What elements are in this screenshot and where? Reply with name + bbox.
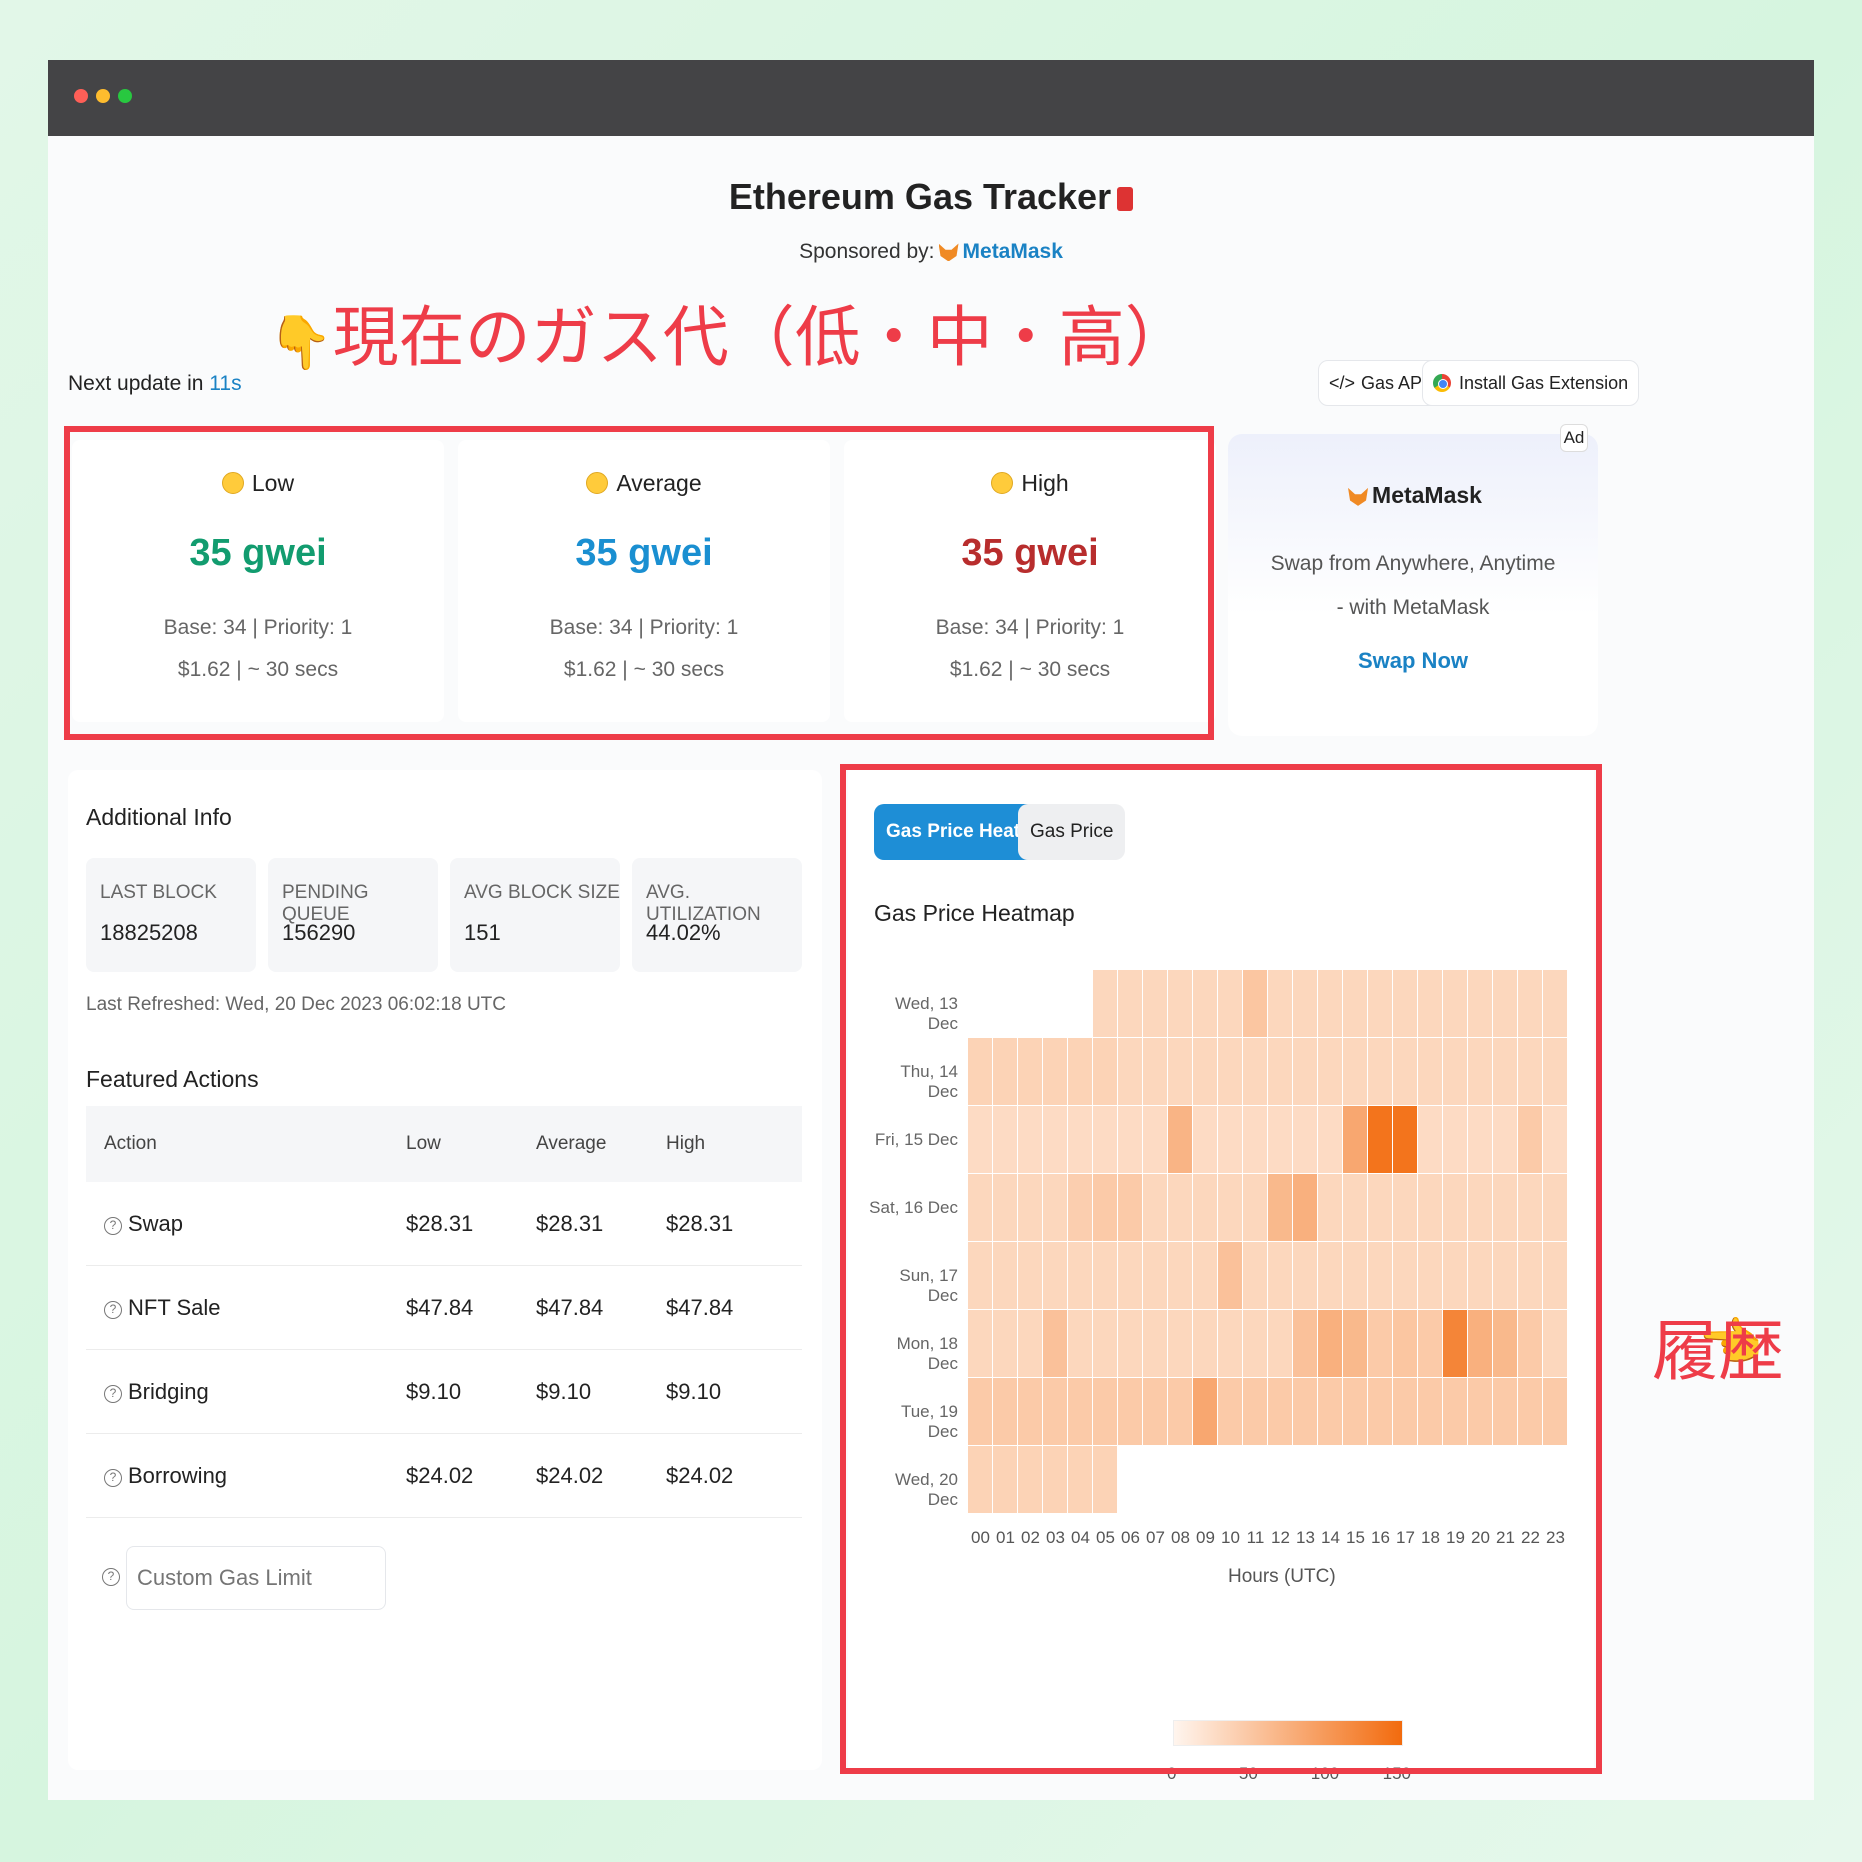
stat-last-block: LAST BLOCK 18825208 — [86, 858, 256, 972]
page-content: Ethereum Gas Tracker Sponsored by: MetaMa… — [48, 136, 1814, 1800]
action-average: $9.10 — [536, 1378, 592, 1404]
ad-title: MetaMask — [1228, 482, 1598, 509]
custom-gas-limit-input[interactable] — [126, 1546, 386, 1610]
action-name: ? Swap — [104, 1211, 183, 1237]
stat-avg-utilization: AVG. UTILIZATION 44.02% — [632, 858, 802, 972]
metamask-fox-icon — [938, 243, 959, 262]
action-low: $47.84 — [406, 1294, 474, 1320]
metamask-fox-icon — [1348, 487, 1369, 506]
action-name-text: NFT Sale — [128, 1294, 221, 1320]
swap-now-link[interactable]: Swap Now — [1228, 648, 1598, 674]
ad-title-text: MetaMask — [1372, 482, 1482, 508]
custom-gas-help-icon[interactable]: ? — [102, 1568, 120, 1586]
header-high: High — [666, 1133, 706, 1154]
sponsor-link[interactable]: MetaMask — [963, 240, 1063, 263]
action-low: $24.02 — [406, 1462, 474, 1488]
close-window-button[interactable] — [74, 89, 88, 103]
last-refreshed: Last Refreshed: Wed, 20 Dec 2023 06:02:1… — [86, 994, 507, 1015]
action-average: $28.31 — [536, 1210, 604, 1236]
annotation-box-current — [64, 426, 1214, 740]
browser-window: Ethereum Gas Tracker Sponsored by: MetaMa… — [48, 60, 1814, 1800]
action-high: $24.02 — [666, 1462, 734, 1488]
help-icon[interactable]: ? — [104, 1384, 122, 1403]
ad-description: Swap from Anywhere, Anytime - with MetaM… — [1270, 552, 1556, 619]
action-name: ? Borrowing — [104, 1463, 227, 1489]
featured-actions-table: Action Low Average High ? Swap $28.31 $28… — [86, 1106, 802, 1518]
install-extension-button[interactable]: Install Gas Extension — [1422, 360, 1640, 406]
table-header: Action Low Average High — [86, 1106, 802, 1182]
table-row: ? Borrowing $24.02 $24.02 $24.02 — [86, 1434, 802, 1518]
header-low: Low — [406, 1133, 441, 1154]
annotation-current-gas: 👇現在のガス代（低・中・高） — [268, 304, 1191, 370]
table-row: ? Bridging $9.10 $9.10 $9.10 — [86, 1350, 802, 1434]
action-low: $28.31 — [406, 1210, 474, 1236]
maximize-window-button[interactable] — [118, 89, 132, 103]
next-update-seconds: 11s — [209, 372, 242, 395]
action-name-text: Borrowing — [128, 1462, 228, 1488]
next-update: Next update in 11s — [68, 372, 242, 396]
stat-value: 44.02% — [646, 920, 721, 945]
action-name-text: Swap — [128, 1210, 184, 1236]
code-icon: </> — [1329, 372, 1356, 393]
page-title: Ethereum Gas Tracker — [48, 176, 1814, 218]
stat-value: 151 — [464, 920, 501, 945]
stat-label: AVG BLOCK SIZE — [464, 882, 620, 903]
annotation-box-history — [840, 764, 1602, 1774]
minimize-window-button[interactable] — [96, 89, 110, 103]
stat-avg-block-size: AVG BLOCK SIZE 151 — [450, 858, 620, 972]
action-average: $24.02 — [536, 1462, 604, 1488]
table-row: ? NFT Sale $47.84 $47.84 $47.84 — [86, 1266, 802, 1350]
action-low: $9.10 — [406, 1378, 462, 1404]
install-extension-label: Install Gas Extension — [1459, 372, 1629, 393]
stat-value: 156290 — [282, 920, 356, 945]
chrome-icon — [1433, 374, 1451, 392]
header-average: Average — [536, 1133, 607, 1154]
featured-actions-title: Featured Actions — [86, 1066, 259, 1092]
header-action: Action — [104, 1133, 157, 1154]
action-name: ? NFT Sale — [104, 1295, 221, 1321]
page-title-text: Ethereum Gas Tracker — [728, 176, 1112, 217]
stat-pending-queue: PENDING QUEUE 156290 — [268, 858, 438, 972]
action-high: $9.10 — [666, 1378, 722, 1404]
action-name-text: Bridging — [128, 1378, 209, 1404]
action-high: $47.84 — [666, 1294, 734, 1320]
pointing-down-hand-icon: 👇 — [268, 313, 333, 372]
sponsor-line: Sponsored by: MetaMask — [48, 240, 1814, 264]
stat-label: LAST BLOCK — [100, 882, 217, 903]
sponsor-prefix: Sponsored by: — [799, 240, 935, 263]
additional-info-title: Additional Info — [86, 804, 232, 830]
stat-value: 18825208 — [100, 920, 198, 945]
fuel-pump-icon — [1117, 187, 1134, 212]
table-row: ? Swap $28.31 $28.31 $28.31 — [86, 1182, 802, 1266]
action-high: $28.31 — [666, 1210, 734, 1236]
additional-info-card: Additional Info LAST BLOCK 18825208 PEND… — [68, 770, 822, 1770]
next-update-prefix: Next update in — [68, 372, 204, 395]
title-bar — [48, 60, 1814, 136]
help-icon[interactable]: ? — [104, 1216, 122, 1235]
help-icon[interactable]: ? — [104, 1468, 122, 1487]
annotation-history-text: 履歴 — [1652, 1314, 1784, 1388]
help-icon[interactable]: ? — [104, 1300, 122, 1319]
action-name: ? Bridging — [104, 1379, 209, 1405]
annotation-top-text: 現在のガス代（低・中・高） — [332, 300, 1191, 374]
action-average: $47.84 — [536, 1294, 604, 1320]
ad-badge: Ad — [1560, 424, 1588, 452]
ad-card[interactable]: Ad MetaMask Swap from Anywhere, Anytime … — [1228, 424, 1598, 736]
